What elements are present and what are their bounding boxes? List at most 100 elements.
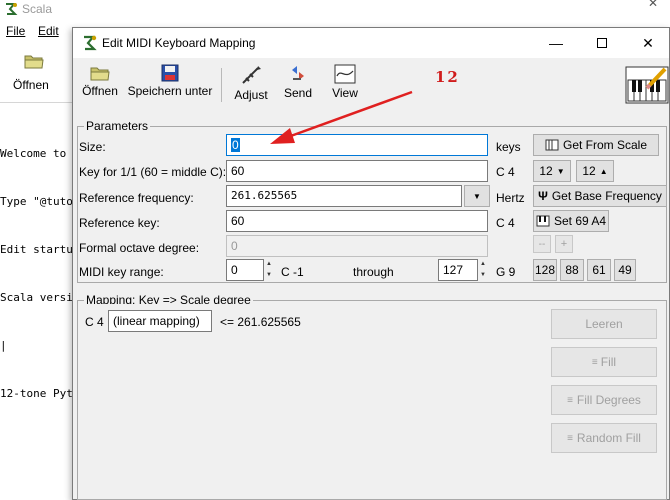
spin-down-icon[interactable]: ▼	[478, 270, 488, 281]
view-button[interactable]: View	[329, 62, 361, 106]
piano-keys-icon	[536, 215, 550, 227]
octave-minus-button[interactable]: --	[533, 235, 551, 253]
mapping-list[interactable]	[83, 304, 547, 494]
chevron-down-icon: ▼	[473, 191, 481, 201]
reference-key-input[interactable]: 60	[226, 210, 488, 232]
preset-label: 61	[592, 263, 606, 277]
adjust-label: Adjust	[234, 88, 268, 102]
minus-label: --	[538, 238, 546, 250]
preset-61-button[interactable]: 61	[587, 259, 611, 281]
save-as-button[interactable]: Speichern unter	[127, 62, 213, 106]
preset-label: 128	[534, 263, 556, 277]
scala-app-icon	[6, 3, 18, 15]
send-button[interactable]: Send	[281, 62, 315, 106]
preset-88-button[interactable]: 88	[560, 259, 584, 281]
spin-up-icon[interactable]: ▲	[478, 259, 488, 270]
clear-label: Leeren	[585, 317, 623, 331]
console-line: Edit startu	[0, 243, 73, 256]
mapping-row-value[interactable]: (linear mapping)	[108, 310, 212, 332]
dialog-toolbar: Öffnen Speichern unter Adjust Send View …	[73, 58, 669, 112]
fill-icon: ≡	[591, 356, 598, 368]
close-icon[interactable]: ✕	[648, 0, 660, 10]
reference-frequency-dropdown[interactable]: ▼	[464, 185, 490, 207]
scala-app-icon	[84, 35, 97, 51]
mapping-row-frequency: <= 261.625565	[220, 315, 301, 329]
preset-label: 49	[618, 263, 632, 277]
folder-icon	[90, 67, 110, 81]
key-down-value: 12	[539, 164, 553, 178]
octave-plus-button[interactable]: +	[555, 235, 573, 253]
console-line: 12-tone Pyt	[0, 387, 73, 400]
size-unit: keys	[496, 140, 521, 154]
preset-label: 88	[565, 263, 579, 277]
midi-range-from-input[interactable]: 0	[226, 259, 264, 281]
midi-range-from-note: C -1	[281, 265, 304, 279]
maximize-button[interactable]	[579, 28, 625, 58]
get-from-scale-button[interactable]: Get From Scale	[533, 134, 659, 156]
key-up-value: 12	[582, 164, 596, 178]
annotation-label: 12	[435, 68, 460, 86]
open-label: Öffnen	[82, 84, 118, 98]
set-69-a4-label: Set 69 A4	[553, 214, 607, 228]
preset-49-button[interactable]: 49	[614, 259, 636, 281]
close-icon: ✕	[642, 34, 654, 51]
spin-up-icon[interactable]: ▲	[264, 259, 274, 270]
toolbar-separator	[221, 68, 222, 102]
close-button[interactable]: ✕	[625, 28, 670, 58]
fill-degrees-icon: ≡	[567, 394, 573, 406]
formal-octave-degree-input[interactable]: 0	[226, 235, 488, 257]
midi-range-to-note: G 9	[496, 265, 516, 279]
fill-button[interactable]: ≡ Fill	[551, 347, 657, 377]
maximize-icon	[597, 38, 607, 48]
adjust-button[interactable]: Adjust	[231, 62, 271, 106]
size-label: Size:	[79, 140, 106, 154]
send-icon	[292, 66, 304, 80]
console-line: Type "@tuto	[0, 195, 73, 208]
dialog-title: Edit MIDI Keyboard Mapping	[102, 36, 256, 50]
spin-down-icon[interactable]: ▼	[264, 270, 274, 281]
midi-range-from-spinner[interactable]: ▲ ▼	[264, 259, 274, 281]
size-input[interactable]: 0	[226, 134, 488, 156]
midi-range-to-spinner[interactable]: ▲ ▼	[478, 259, 488, 281]
tuning-fork-icon: Ψ	[538, 189, 548, 203]
key-for-1-1-label: Key for 1/1 (60 = middle C):	[79, 165, 227, 179]
menu-file[interactable]: File	[6, 24, 25, 38]
fill-degrees-button[interactable]: ≡ Fill Degrees	[551, 385, 657, 415]
key-down-button[interactable]: 12 ▼	[533, 160, 571, 182]
reference-key-note: C 4	[496, 216, 515, 230]
reference-frequency-unit: Hertz	[496, 191, 525, 205]
preset-128-button[interactable]: 128	[533, 259, 557, 281]
console-line: Welcome to	[0, 147, 67, 160]
plus-label: +	[560, 238, 568, 250]
caret-up-icon: ▲	[599, 166, 608, 176]
formal-octave-degree-label: Formal octave degree:	[79, 241, 200, 255]
view-label: View	[332, 86, 358, 100]
open-button[interactable]: Öffnen	[79, 62, 121, 106]
get-base-frequency-label: Get Base Frequency	[551, 189, 662, 203]
clear-button[interactable]: Leeren	[551, 309, 657, 339]
save-as-label: Speichern unter	[127, 84, 213, 98]
fill-degrees-label: Fill Degrees	[576, 393, 641, 407]
scala-open-button[interactable]: Öffnen	[10, 50, 60, 94]
view-icon	[334, 64, 356, 84]
reference-frequency-input[interactable]: 261.625565	[226, 185, 462, 207]
reference-key-label: Reference key:	[79, 216, 160, 230]
menu-edit[interactable]: Edit	[38, 24, 59, 38]
send-label: Send	[283, 86, 313, 100]
folder-icon	[24, 55, 44, 69]
scala-console[interactable]: Welcome to Type "@tuto Edit startu Scala…	[0, 114, 73, 434]
key-for-1-1-input[interactable]: 60	[226, 160, 488, 182]
parameters-legend: Parameters	[84, 119, 151, 133]
random-fill-button[interactable]: ≡ Random Fill	[551, 423, 657, 453]
minimize-button[interactable]: —	[533, 28, 579, 58]
reference-frequency-label: Reference frequency:	[79, 191, 194, 205]
scale-icon	[545, 139, 559, 151]
key-up-button[interactable]: 12 ▲	[576, 160, 614, 182]
dialog-titlebar: Edit MIDI Keyboard Mapping — ✕	[73, 28, 669, 58]
scala-open-label: Öffnen	[13, 78, 49, 92]
midi-range-to-input[interactable]: 127	[438, 259, 478, 281]
console-line: Scala versi	[0, 291, 73, 304]
get-base-frequency-button[interactable]: Ψ Get Base Frequency	[533, 185, 667, 207]
set-69-a4-button[interactable]: Set 69 A4	[533, 210, 609, 232]
through-label: through	[353, 265, 394, 279]
